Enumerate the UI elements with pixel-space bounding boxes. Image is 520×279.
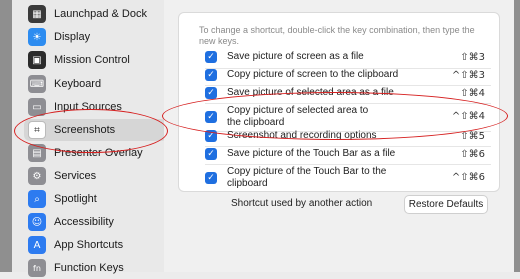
annotation-ellipse-selected-area bbox=[162, 92, 508, 140]
launchpad-dock-icon: ▦ bbox=[28, 5, 46, 23]
mission-control-icon: ▣ bbox=[28, 51, 46, 69]
sidebar-item-label: Display bbox=[54, 31, 91, 43]
display-icon: ☀ bbox=[28, 28, 46, 46]
sidebar-item-mission-control[interactable]: ▣ Mission Control bbox=[24, 49, 167, 71]
shortcut-keys[interactable]: ^⇧⌘6 bbox=[452, 172, 485, 183]
accessibility-icon: ☺ bbox=[28, 213, 46, 231]
restore-defaults-button[interactable]: Restore Defaults bbox=[404, 195, 488, 214]
shortcut-label: Save picture of screen as a file bbox=[227, 51, 364, 62]
sidebar-item-accessibility[interactable]: ☺ Accessibility bbox=[24, 211, 167, 233]
function-keys-icon: fn bbox=[28, 259, 46, 277]
sidebar-item-app-shortcuts[interactable]: A App Shortcuts bbox=[24, 234, 167, 256]
sidebar-item-spotlight[interactable]: ⌕ Spotlight bbox=[24, 188, 167, 210]
shortcut-row[interactable]: ✓ Save picture of the Touch Bar as a fil… bbox=[179, 147, 499, 161]
checkbox[interactable]: ✓ bbox=[205, 87, 217, 99]
annotation-ellipse-screenshots bbox=[14, 109, 168, 153]
sidebar-item-label: App Shortcuts bbox=[54, 239, 124, 251]
services-icon: ⚙ bbox=[28, 167, 46, 185]
sidebar-item-keyboard[interactable]: ⌨ Keyboard bbox=[24, 73, 167, 95]
checkbox[interactable]: ✓ bbox=[205, 51, 217, 63]
sidebar-item-label: Function Keys bbox=[54, 262, 124, 274]
divider bbox=[205, 164, 491, 165]
checkbox[interactable]: ✓ bbox=[205, 69, 217, 81]
keyboard-icon: ⌨ bbox=[28, 75, 46, 93]
app-shortcuts-icon: A bbox=[28, 236, 46, 254]
shortcut-keys[interactable]: ^⇧⌘3 bbox=[452, 70, 485, 81]
sidebar-item-display[interactable]: ☀ Display bbox=[24, 26, 167, 48]
conflict-legend-text: Shortcut used by another action bbox=[231, 198, 373, 209]
shortcut-keys[interactable]: ⇧⌘6 bbox=[460, 149, 485, 160]
checkbox[interactable]: ✓ bbox=[205, 172, 217, 184]
sidebar-item-services[interactable]: ⚙ Services bbox=[24, 165, 167, 187]
shortcut-keys[interactable]: ⇧⌘3 bbox=[460, 52, 485, 63]
sidebar-item-label: Services bbox=[54, 170, 97, 182]
shortcut-label: Copy picture of screen to the clipboard bbox=[227, 69, 399, 80]
spotlight-icon: ⌕ bbox=[28, 190, 46, 208]
shortcut-row[interactable]: ✓ Copy picture of screen to the clipboar… bbox=[179, 68, 499, 82]
window-frame-right bbox=[514, 0, 520, 272]
checkbox[interactable]: ✓ bbox=[205, 148, 217, 160]
shortcut-keys[interactable]: ⇧⌘5 bbox=[460, 131, 485, 142]
sidebar-item-function-keys[interactable]: fn Function Keys bbox=[24, 257, 167, 279]
window-frame-left bbox=[0, 0, 12, 272]
sidebar-item-label: Accessibility bbox=[54, 216, 114, 228]
shortcut-label: Save picture of the Touch Bar as a file bbox=[227, 148, 396, 159]
sidebar-item-label: Spotlight bbox=[54, 193, 97, 205]
shortcut-row[interactable]: ✓ Copy picture of the Touch Bar to the c… bbox=[179, 166, 499, 190]
shortcut-row[interactable]: ✓ Save picture of screen as a file ⇧⌘3 bbox=[179, 50, 499, 64]
sidebar-item-label: Mission Control bbox=[54, 54, 130, 66]
shortcut-label: Copy picture of the Touch Bar to the cli… bbox=[227, 166, 387, 189]
sidebar-item-label: Launchpad & Dock bbox=[54, 8, 147, 20]
sidebar-item-label: Keyboard bbox=[54, 78, 102, 90]
sidebar-item-launchpad-dock[interactable]: ▦ Launchpad & Dock bbox=[24, 3, 167, 25]
instructions-text: To change a shortcut, double-click the k… bbox=[199, 25, 475, 46]
shortcut-keys[interactable]: ⇧⌘4 bbox=[460, 88, 485, 99]
